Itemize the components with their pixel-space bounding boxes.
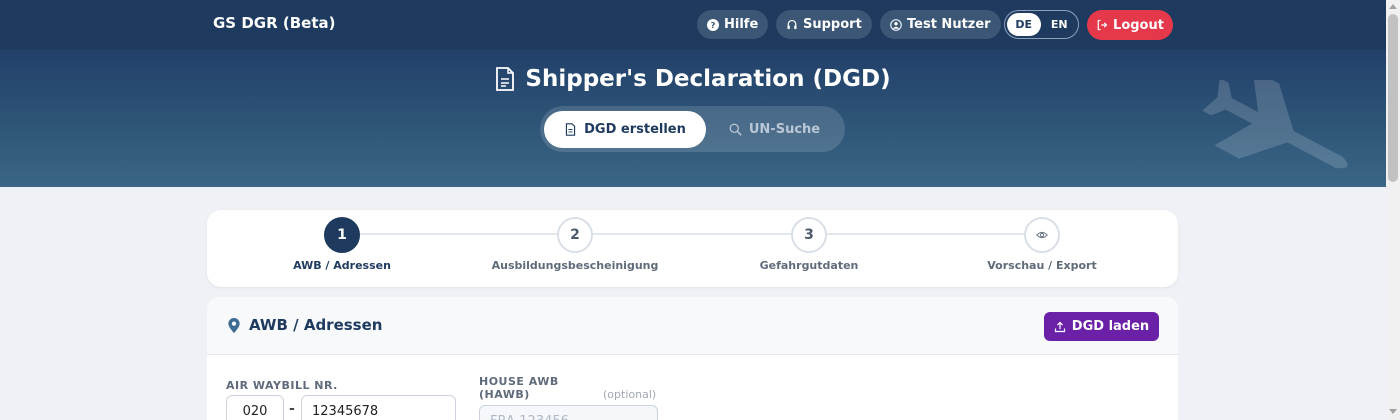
step-3[interactable]: 3 Gefahrgutdaten: [709, 217, 909, 272]
tab-un-suche[interactable]: UN-Suche: [712, 111, 837, 148]
section-title-text: AWB / Adressen: [249, 316, 383, 334]
dgd-load-button[interactable]: DGD laden: [1044, 312, 1159, 341]
map-marker-icon: [228, 317, 240, 333]
step-3-label: Gefahrgutdaten: [759, 259, 859, 272]
help-button[interactable]: ? Hilfe: [697, 10, 769, 39]
support-label: Support: [803, 17, 862, 32]
scroll-up-arrow-icon[interactable]: [1389, 4, 1397, 9]
awb-number-input[interactable]: 12345678: [301, 395, 456, 420]
hero-banner: Shipper's Declaration (DGD) DGD erstelle…: [0, 50, 1386, 187]
hawb-input[interactable]: FRA-123456: [479, 405, 658, 420]
step-3-number: 3: [791, 217, 827, 253]
user-name: Test Nutzer: [907, 17, 991, 32]
step-1-number: 1: [324, 217, 360, 253]
language-toggle: DE EN: [1004, 10, 1079, 39]
lang-de-button[interactable]: DE: [1007, 13, 1041, 36]
scrollbar-thumb[interactable]: [1388, 14, 1398, 182]
tab-dgd-erstellen[interactable]: DGD erstellen: [544, 111, 706, 148]
step-4-label: Vorschau / Export: [987, 259, 1097, 272]
step-1[interactable]: 1 AWB / Adressen: [242, 217, 442, 272]
tab-dgd-erstellen-label: DGD erstellen: [584, 122, 686, 137]
hawb-optional-hint: (optional): [603, 388, 657, 401]
page-title: Shipper's Declaration (DGD): [0, 66, 1386, 92]
awb-label: AIR WAYBILL NR.: [226, 379, 338, 392]
awb-section-card: AWB / Adressen DGD laden AIR WAYBILL NR.…: [207, 297, 1178, 420]
document-icon: [496, 67, 515, 91]
top-navbar: GS DGR (Beta) ? Hilfe Support Test Nutze…: [0, 0, 1386, 50]
section-header: AWB / Adressen DGD laden: [207, 297, 1178, 355]
question-circle-icon: ?: [707, 18, 719, 31]
logout-icon: [1097, 19, 1108, 31]
awb-separator: -: [289, 401, 295, 417]
logout-label: Logout: [1113, 17, 1164, 33]
eye-icon: [1036, 231, 1048, 239]
hawb-label-line2: (HAWB): [479, 388, 530, 401]
progress-stepper: 1 AWB / Adressen 2 Ausbildungsbescheinig…: [207, 210, 1178, 287]
document-icon: [565, 123, 576, 136]
step-4[interactable]: Vorschau / Export: [942, 217, 1142, 272]
airplane-icon: [1202, 80, 1348, 169]
step-4-circle: [1024, 217, 1060, 253]
user-menu-button[interactable]: Test Nutzer: [880, 10, 1001, 39]
headset-icon: [787, 19, 797, 29]
step-1-label: AWB / Adressen: [293, 259, 391, 272]
page-scrollbar[interactable]: [1386, 0, 1400, 420]
tab-un-suche-label: UN-Suche: [748, 122, 821, 137]
hawb-label-line1: HOUSE AWB: [479, 375, 559, 388]
stepper-line: [342, 233, 1042, 235]
brand-title[interactable]: GS DGR (Beta): [213, 14, 335, 32]
upload-icon: [1054, 321, 1065, 332]
step-2-label: Ausbildungsbescheinigung: [491, 259, 659, 272]
page-title-text: Shipper's Declaration (DGD): [525, 66, 891, 92]
step-2[interactable]: 2 Ausbildungsbescheinigung: [475, 217, 675, 272]
lang-en-button[interactable]: EN: [1043, 13, 1077, 36]
step-2-number: 2: [557, 217, 593, 253]
svg-text:?: ?: [711, 20, 716, 30]
support-button[interactable]: Support: [776, 10, 872, 39]
search-icon: [729, 123, 742, 136]
section-title: AWB / Adressen: [228, 316, 382, 334]
logout-button[interactable]: Logout: [1087, 10, 1173, 40]
awb-prefix-input[interactable]: 020: [226, 395, 284, 420]
help-label: Hilfe: [724, 17, 759, 32]
scroll-down-arrow-icon[interactable]: [1389, 409, 1397, 414]
main-tabs: DGD erstellen UN-Suche: [540, 106, 845, 152]
dgd-load-label: DGD laden: [1071, 319, 1150, 334]
user-circle-icon: [890, 18, 902, 31]
